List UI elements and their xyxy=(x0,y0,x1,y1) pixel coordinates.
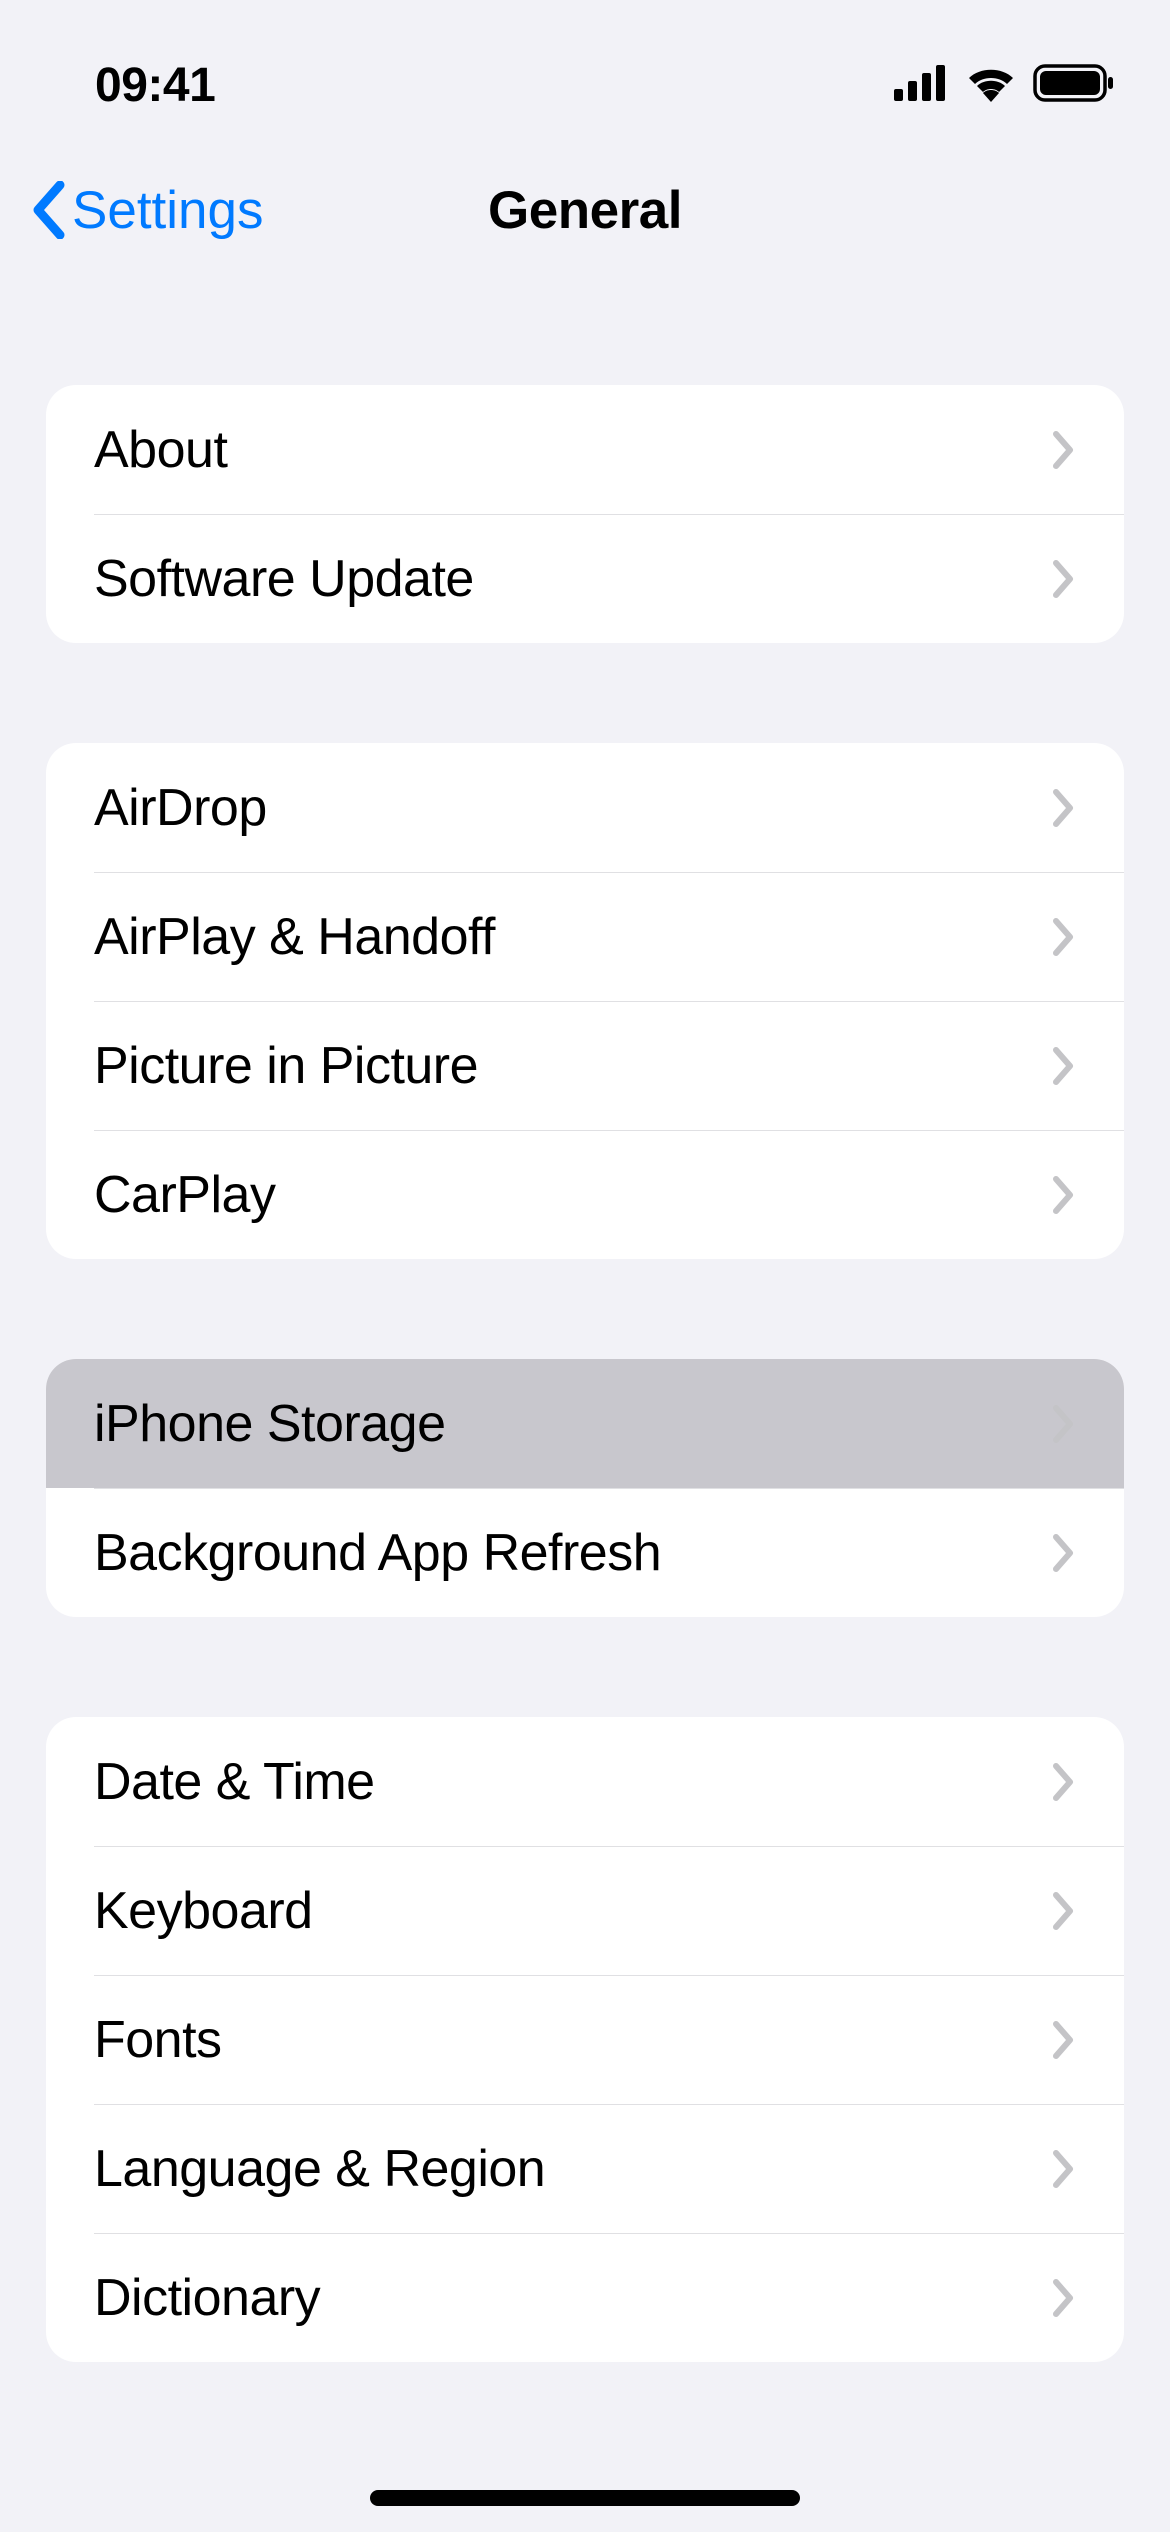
row-label: AirPlay & Handoff xyxy=(94,907,495,967)
home-indicator[interactable] xyxy=(370,2490,800,2506)
row-label: Fonts xyxy=(94,2010,222,2070)
row-about[interactable]: About xyxy=(46,385,1124,514)
row-label: AirDrop xyxy=(94,778,267,838)
back-label: Settings xyxy=(72,180,264,241)
row-airplay-handoff[interactable]: AirPlay & Handoff xyxy=(46,872,1124,1001)
settings-content: About Software Update AirDrop AirPlay & Han… xyxy=(0,385,1170,2362)
chevron-right-icon xyxy=(1052,1404,1076,1444)
row-software-update[interactable]: Software Update xyxy=(46,514,1124,643)
row-carplay[interactable]: CarPlay xyxy=(46,1130,1124,1259)
nav-bar: Settings General xyxy=(0,140,1170,280)
row-label: Date & Time xyxy=(94,1752,375,1812)
row-background-app-refresh[interactable]: Background App Refresh xyxy=(46,1488,1124,1617)
status-time: 09:41 xyxy=(95,58,215,113)
back-button[interactable]: Settings xyxy=(30,180,264,241)
row-label: Software Update xyxy=(94,549,474,609)
row-language-region[interactable]: Language & Region xyxy=(46,2104,1124,2233)
chevron-right-icon xyxy=(1052,1891,1076,1931)
row-date-time[interactable]: Date & Time xyxy=(46,1717,1124,1846)
chevron-right-icon xyxy=(1052,430,1076,470)
row-label: Dictionary xyxy=(94,2268,320,2328)
settings-group-info: About Software Update xyxy=(46,385,1124,643)
row-picture-in-picture[interactable]: Picture in Picture xyxy=(46,1001,1124,1130)
cellular-signal-icon xyxy=(894,65,949,106)
row-airdrop[interactable]: AirDrop xyxy=(46,743,1124,872)
row-label: iPhone Storage xyxy=(94,1394,446,1454)
chevron-right-icon xyxy=(1052,2278,1076,2318)
row-label: Language & Region xyxy=(94,2139,545,2199)
row-label: Background App Refresh xyxy=(94,1523,661,1583)
row-label: CarPlay xyxy=(94,1165,275,1225)
row-iphone-storage[interactable]: iPhone Storage xyxy=(46,1359,1124,1488)
status-right xyxy=(894,64,1115,107)
settings-group-preferences: Date & Time Keyboard Fonts Language & Regio… xyxy=(46,1717,1124,2362)
settings-group-storage: iPhone Storage Background App Refresh xyxy=(46,1359,1124,1617)
row-dictionary[interactable]: Dictionary xyxy=(46,2233,1124,2362)
chevron-right-icon xyxy=(1052,917,1076,957)
chevron-right-icon xyxy=(1052,2020,1076,2060)
row-keyboard[interactable]: Keyboard xyxy=(46,1846,1124,1975)
row-label: Keyboard xyxy=(94,1881,313,1941)
row-fonts[interactable]: Fonts xyxy=(46,1975,1124,2104)
back-chevron-icon xyxy=(30,181,66,239)
settings-group-connectivity: AirDrop AirPlay & Handoff Picture in Pictu… xyxy=(46,743,1124,1259)
chevron-right-icon xyxy=(1052,1175,1076,1215)
status-bar: 09:41 xyxy=(0,0,1170,140)
battery-icon xyxy=(1033,64,1115,107)
row-label: Picture in Picture xyxy=(94,1036,478,1096)
chevron-right-icon xyxy=(1052,2149,1076,2189)
row-label: About xyxy=(94,420,227,480)
nav-title: General xyxy=(488,180,682,241)
chevron-right-icon xyxy=(1052,559,1076,599)
chevron-right-icon xyxy=(1052,1762,1076,1802)
wifi-icon xyxy=(965,64,1017,107)
chevron-right-icon xyxy=(1052,788,1076,828)
chevron-right-icon xyxy=(1052,1046,1076,1086)
chevron-right-icon xyxy=(1052,1533,1076,1573)
